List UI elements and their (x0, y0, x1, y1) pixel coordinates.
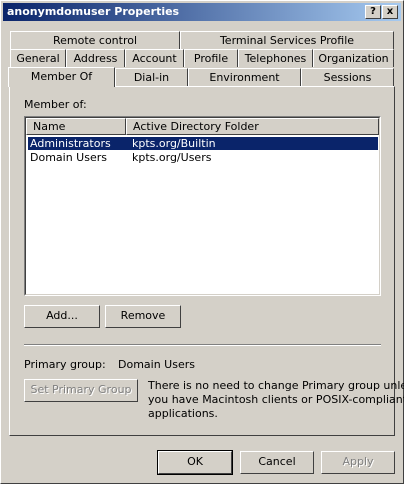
title-bar[interactable]: anonymdomuser Properties ? x (3, 3, 401, 21)
tab-telephones[interactable]: Telephones (238, 49, 313, 67)
column-header-folder[interactable]: Active Directory Folder (126, 118, 379, 135)
window-title: anonymdomuser Properties (7, 5, 180, 18)
close-button[interactable]: x (382, 5, 398, 19)
tab-dial-in[interactable]: Dial-in (115, 68, 188, 86)
help-button[interactable]: ? (365, 5, 381, 19)
set-primary-group-button[interactable]: Set Primary Group (24, 379, 138, 402)
add-button[interactable]: Add... (24, 305, 100, 328)
tab-remote-control[interactable]: Remote control (10, 31, 180, 49)
primary-group-label: Primary group: (24, 358, 106, 371)
tab-environment[interactable]: Environment (188, 68, 301, 86)
member-of-list[interactable]: Name Active Directory Folder Administrat… (24, 116, 381, 296)
cancel-button[interactable]: Cancel (240, 451, 314, 474)
list-item[interactable]: Administrators kpts.org/Builtin (28, 137, 378, 150)
list-item-name: Administrators (30, 137, 111, 150)
primary-group-note-line2: you have Macintosh clients or POSIX-comp… (148, 393, 404, 406)
list-item-name: Domain Users (30, 151, 107, 164)
primary-group-note-line1: There is no need to change Primary group… (148, 379, 404, 392)
tab-profile[interactable]: Profile (184, 49, 238, 67)
ok-button[interactable]: OK (157, 450, 233, 475)
tab-account[interactable]: Account (125, 49, 184, 67)
list-item[interactable]: Domain Users kpts.org/Users (28, 151, 378, 164)
tab-sessions[interactable]: Sessions (301, 68, 394, 86)
remove-button[interactable]: Remove (105, 305, 181, 328)
tab-terminal-services-profile[interactable]: Terminal Services Profile (180, 31, 394, 49)
tab-general[interactable]: General (10, 49, 66, 67)
apply-button[interactable]: Apply (321, 451, 395, 474)
column-header-name[interactable]: Name (26, 118, 126, 135)
list-item-folder: kpts.org/Builtin (132, 137, 216, 150)
tab-organization[interactable]: Organization (313, 49, 394, 67)
divider (24, 344, 381, 346)
primary-group-value: Domain Users (118, 358, 195, 371)
member-of-label: Member of: (24, 98, 87, 111)
list-item-folder: kpts.org/Users (132, 151, 212, 164)
tab-address[interactable]: Address (66, 49, 125, 67)
tab-member-of[interactable]: Member Of (8, 67, 115, 87)
primary-group-note-line3: applications. (148, 407, 218, 420)
list-frame: Name Active Directory Folder Administrat… (25, 117, 380, 295)
